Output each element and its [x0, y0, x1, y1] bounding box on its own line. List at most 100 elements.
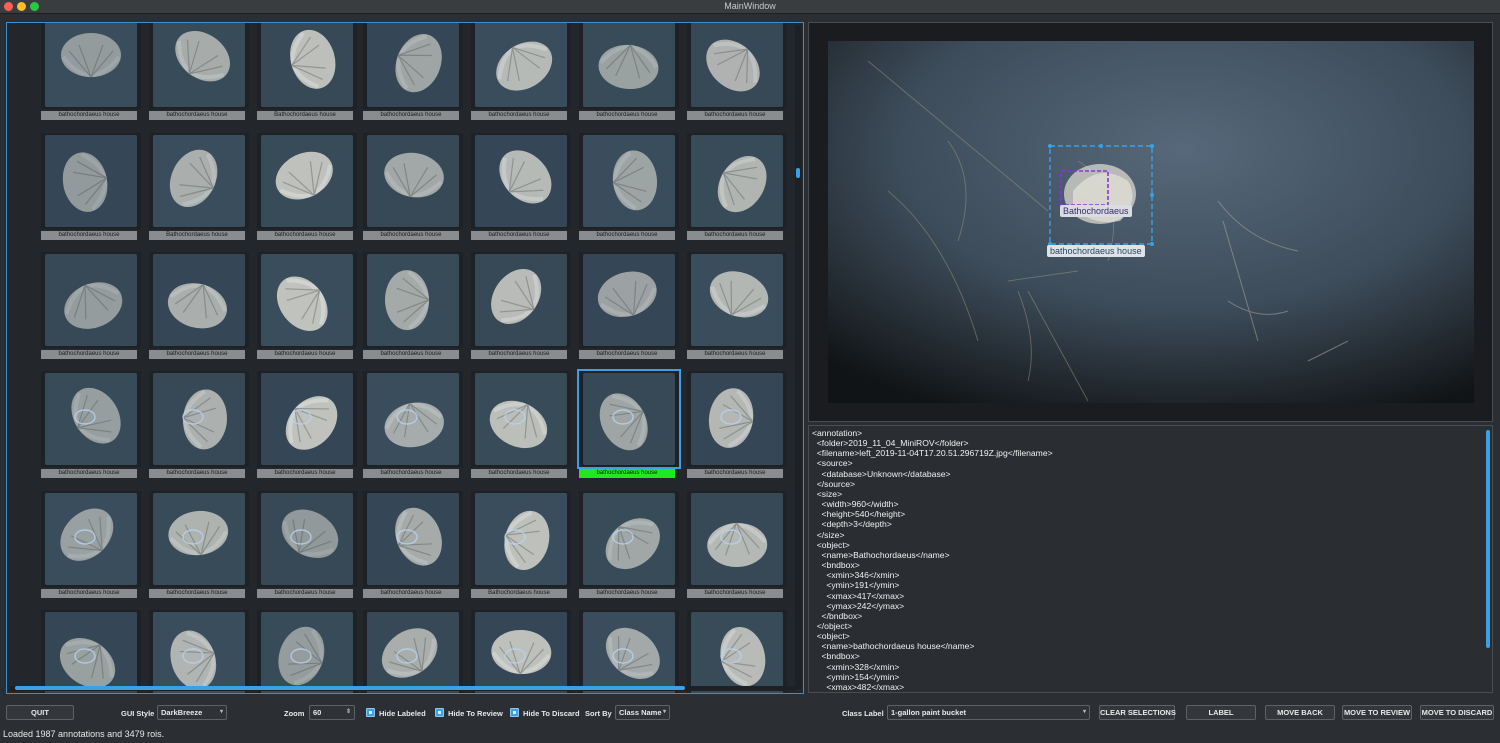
- thumbnail-image[interactable]: [691, 373, 783, 465]
- thumbnail-image[interactable]: [691, 254, 783, 346]
- thumbnail-frame[interactable]: [687, 371, 787, 467]
- thumbnail-image[interactable]: [583, 373, 675, 465]
- thumbnail-image[interactable]: [367, 373, 459, 465]
- thumbnail-image[interactable]: [475, 135, 567, 227]
- thumbnail-tile[interactable]: bathochordaeus house: [471, 371, 571, 483]
- thumbnail-frame[interactable]: [687, 610, 787, 693]
- thumbnail-frame[interactable]: [257, 252, 357, 348]
- thumbnail-tile[interactable]: bathochordaeus house: [363, 371, 463, 483]
- thumbnail-image[interactable]: [45, 373, 137, 465]
- thumbnail-tile[interactable]: bathochordaeus house: [471, 23, 571, 125]
- thumbnail-image[interactable]: [691, 612, 783, 693]
- thumbnail-frame[interactable]: [257, 491, 357, 587]
- thumbnail-image[interactable]: [261, 135, 353, 227]
- thumbnail-tile[interactable]: [579, 610, 679, 693]
- thumbnail-tile[interactable]: bathochordaeus house: [257, 491, 357, 603]
- thumbnail-image[interactable]: [153, 254, 245, 346]
- hide-to-discard-checkbox[interactable]: [510, 708, 519, 717]
- hide-to-review-checkbox[interactable]: [435, 708, 444, 717]
- thumbnail-tile[interactable]: bathochordaeus house: [579, 252, 679, 364]
- thumbnail-image[interactable]: [153, 373, 245, 465]
- thumbnail-tile[interactable]: [149, 610, 249, 693]
- thumbnail-frame[interactable]: [363, 610, 463, 693]
- thumbnail-grid-panel[interactable]: bathochordaeus house bathochordaeus house…: [6, 22, 804, 694]
- move-to-review-button[interactable]: MOVE TO REVIEW: [1342, 705, 1412, 720]
- thumbnail-image[interactable]: [261, 493, 353, 585]
- thumbnail-image[interactable]: [583, 135, 675, 227]
- thumbnail-image[interactable]: [261, 373, 353, 465]
- thumbnail-frame[interactable]: [579, 23, 679, 109]
- thumbnail-image[interactable]: [691, 493, 783, 585]
- thumbnail-image[interactable]: [45, 612, 137, 693]
- thumbnail-frame[interactable]: [41, 371, 141, 467]
- thumbnail-tile[interactable]: bathochordaeus house: [363, 252, 463, 364]
- thumbnail-tile[interactable]: bathochordaeus house: [41, 371, 141, 483]
- thumbnail-frame[interactable]: [257, 610, 357, 693]
- thumbnail-tile[interactable]: bathochordaeus house: [363, 491, 463, 603]
- thumbnail-image[interactable]: [153, 493, 245, 585]
- thumbnail-image[interactable]: [583, 254, 675, 346]
- thumbnail-frame[interactable]: [257, 371, 357, 467]
- thumbnail-tile[interactable]: bathochordaeus house: [579, 23, 679, 125]
- thumbnail-frame[interactable]: [579, 610, 679, 693]
- thumbnail-frame[interactable]: [149, 23, 249, 109]
- thumbnail-tile[interactable]: bathochordaeus house: [471, 133, 571, 245]
- quit-button[interactable]: QUIT: [6, 705, 74, 720]
- grid-vertical-scroll-handle[interactable]: [796, 168, 800, 178]
- thumbnail-image[interactable]: [45, 135, 137, 227]
- thumbnail-tile[interactable]: Bathochordaeus house: [149, 133, 249, 245]
- thumbnail-tile[interactable]: [687, 610, 787, 693]
- thumbnail-tile[interactable]: bathochordaeus house: [363, 23, 463, 125]
- thumbnail-image[interactable]: [583, 493, 675, 585]
- thumbnail-tile[interactable]: bathochordaeus house: [257, 133, 357, 245]
- label-button[interactable]: LABEL: [1186, 705, 1256, 720]
- thumbnail-frame[interactable]: [41, 252, 141, 348]
- thumbnail-image[interactable]: [475, 612, 567, 693]
- gui-style-select[interactable]: DarkBreeze ▾: [157, 705, 227, 720]
- thumbnail-tile[interactable]: bathochordaeus house: [363, 133, 463, 245]
- thumbnail-tile[interactable]: bathochordaeus house: [149, 23, 249, 125]
- thumbnail-tile[interactable]: bathochordaeus house: [149, 371, 249, 483]
- xml-scroll-handle[interactable]: [1486, 430, 1490, 648]
- thumbnail-frame[interactable]: [471, 252, 571, 348]
- thumbnail-frame[interactable]: [149, 252, 249, 348]
- thumbnail-tile[interactable]: bathochordaeus house: [41, 23, 141, 125]
- thumbnail-frame[interactable]: [471, 371, 571, 467]
- thumbnail-image[interactable]: [261, 254, 353, 346]
- thumbnail-frame[interactable]: [687, 23, 787, 109]
- grid-vertical-scrollbar[interactable]: [795, 25, 801, 689]
- thumbnail-frame[interactable]: [363, 133, 463, 229]
- annotation-xml-view[interactable]: <annotation> <folder>2019_11_04_MiniROV<…: [808, 425, 1493, 693]
- bbox-label-bathochordaeus[interactable]: Bathochordaeus: [1060, 205, 1132, 217]
- thumbnail-image[interactable]: [261, 612, 353, 693]
- thumbnail-image[interactable]: [475, 373, 567, 465]
- thumbnail-frame[interactable]: [149, 610, 249, 693]
- thumbnail-frame[interactable]: [41, 491, 141, 587]
- thumbnail-frame[interactable]: [363, 23, 463, 109]
- thumbnail-tile[interactable]: bathochordaeus house: [41, 133, 141, 245]
- thumbnail-image[interactable]: [367, 493, 459, 585]
- hide-to-discard-label[interactable]: Hide To Discard: [523, 709, 580, 718]
- class-label-select[interactable]: 1-gallon paint bucket ▾: [887, 705, 1090, 720]
- thumbnail-tile[interactable]: bathochordaeus house: [577, 369, 681, 483]
- clear-selections-button[interactable]: CLEAR SELECTIONS: [1099, 705, 1176, 720]
- hide-to-review-label[interactable]: Hide To Review: [448, 709, 503, 718]
- thumbnail-frame[interactable]: [363, 252, 463, 348]
- thumbnail-tile[interactable]: bathochordaeus house: [257, 371, 357, 483]
- thumbnail-tile[interactable]: [41, 610, 141, 693]
- thumbnail-tile[interactable]: bathochordaeus house: [149, 491, 249, 603]
- thumbnail-frame[interactable]: [363, 491, 463, 587]
- thumbnail-image[interactable]: [153, 135, 245, 227]
- thumbnail-tile[interactable]: bathochordaeus house: [687, 133, 787, 245]
- sort-by-select[interactable]: Class Name ▾: [615, 705, 670, 720]
- thumbnail-image[interactable]: [583, 612, 675, 693]
- thumbnail-image[interactable]: [367, 612, 459, 693]
- zoom-spinbox[interactable]: 60 ⇕: [309, 705, 355, 720]
- thumbnail-tile[interactable]: bathochordaeus house: [149, 252, 249, 364]
- bbox-label-house[interactable]: bathochordaeus house: [1047, 245, 1145, 257]
- spin-arrows-icon[interactable]: ⇕: [346, 706, 351, 719]
- thumbnail-frame[interactable]: [579, 491, 679, 587]
- thumbnail-frame[interactable]: [471, 491, 571, 587]
- image-viewer[interactable]: Bathochordaeus bathochordaeus house: [808, 22, 1493, 422]
- thumbnail-image[interactable]: [691, 135, 783, 227]
